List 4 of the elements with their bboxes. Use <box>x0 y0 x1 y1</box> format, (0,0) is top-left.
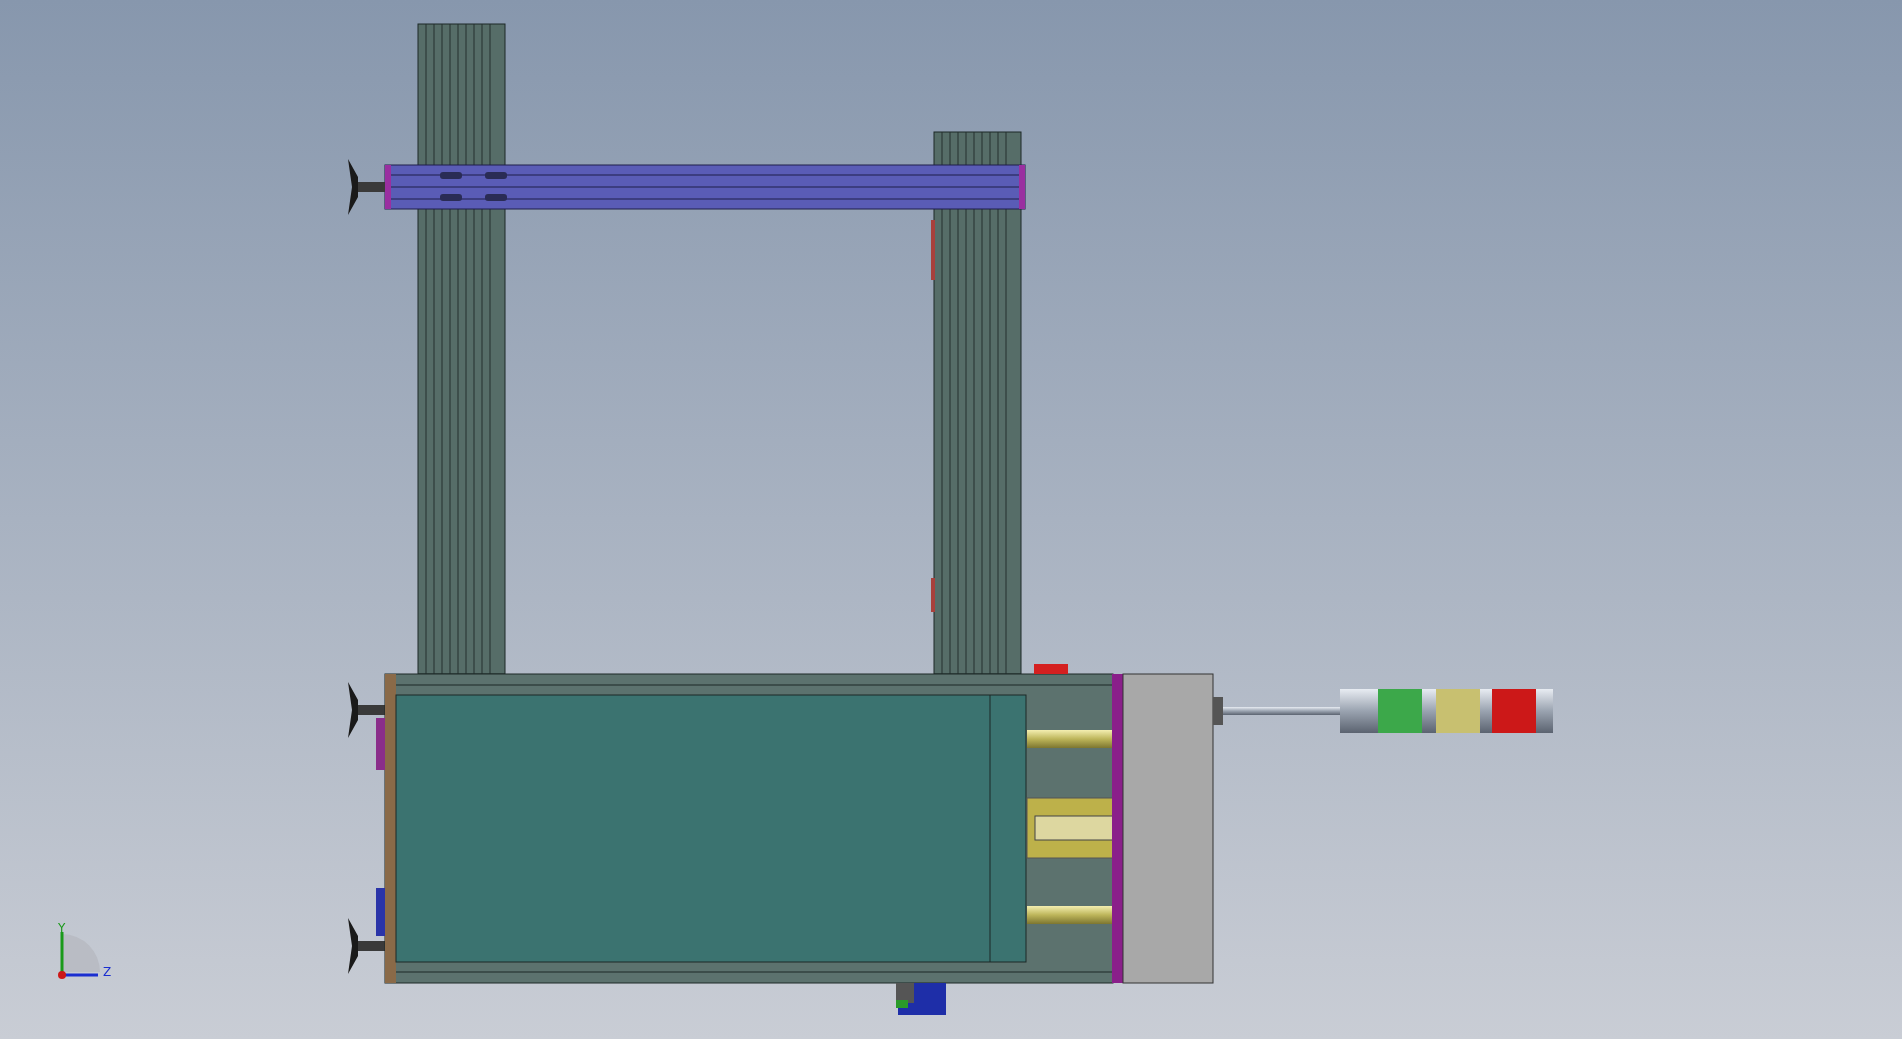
handwheel-icon <box>348 159 385 215</box>
axis-label: Z <box>103 965 112 979</box>
axis-label: Y <box>58 921 66 935</box>
axis-triad-icon <box>58 932 100 979</box>
